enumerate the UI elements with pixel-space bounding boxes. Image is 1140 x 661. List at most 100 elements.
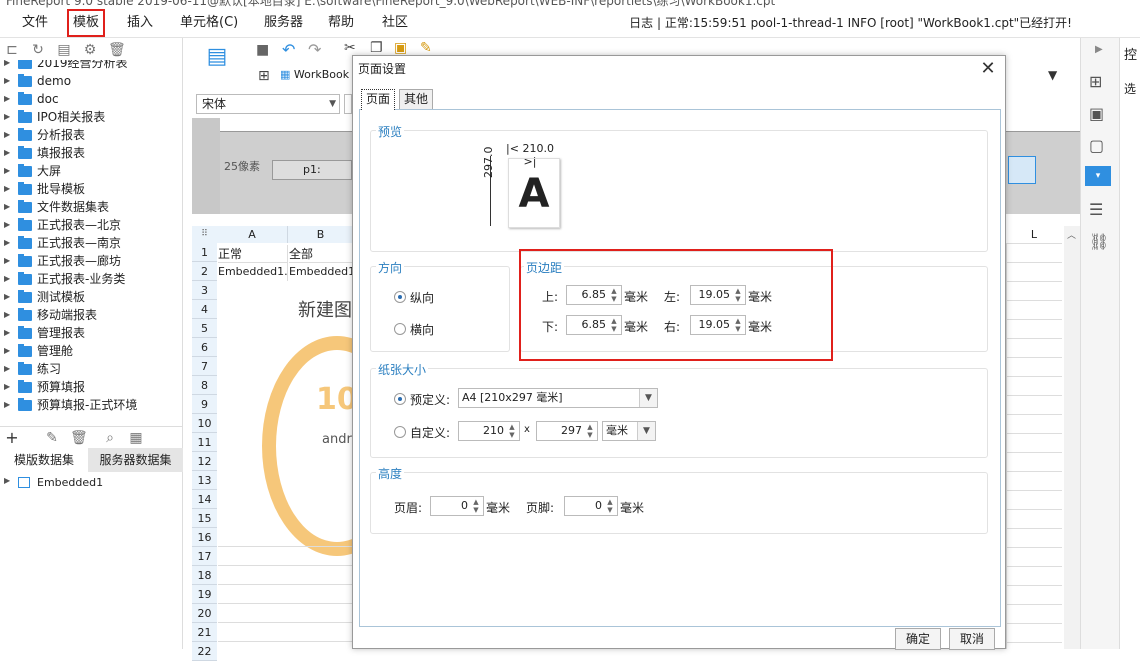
row-header[interactable]: 17 xyxy=(192,547,217,566)
widget-icon[interactable]: ▢ xyxy=(1089,136,1104,155)
link-icon[interactable]: ⛓ xyxy=(1089,232,1109,251)
font-select[interactable]: 宋体 ▼ xyxy=(196,94,340,114)
tree-folder-item[interactable]: ▶ 正式报表—廊坊 xyxy=(0,252,183,270)
tree-folder-item[interactable]: ▶ 文件数据集表 xyxy=(0,198,183,216)
footer-height-input[interactable]: 0 ▲ ▼ xyxy=(564,496,618,516)
spinner-icon[interactable]: ▲ ▼ xyxy=(604,498,616,514)
undo-icon[interactable]: ↶ xyxy=(282,40,295,59)
column-header-b[interactable]: B xyxy=(288,226,354,243)
delete-dataset-icon[interactable]: 🗑 xyxy=(70,430,88,446)
dataset-item[interactable]: ▶ Embedded1 xyxy=(0,474,183,492)
row-header[interactable]: 8 xyxy=(192,376,217,395)
preview-icon[interactable]: ⌕ xyxy=(102,430,118,446)
add-icon[interactable]: + xyxy=(4,430,20,446)
paste-icon[interactable]: ▣ xyxy=(394,40,407,56)
custom-width-input[interactable]: 210 ▲ ▼ xyxy=(458,421,520,441)
row-header[interactable]: 11 xyxy=(192,433,217,452)
tree-folder-item[interactable]: ▶ doc xyxy=(0,90,183,108)
condition-icon[interactable]: ☰ xyxy=(1089,200,1103,219)
menu-insert[interactable]: 插入 xyxy=(127,8,153,38)
cell-a1[interactable]: 正常 xyxy=(218,245,288,263)
unit-select[interactable]: 毫米 ▼ xyxy=(602,421,656,441)
row-header[interactable]: 2 xyxy=(192,262,217,281)
tree-folder-item[interactable]: ▶ 正式报表—北京 xyxy=(0,216,183,234)
spinner-icon[interactable]: ▲ ▼ xyxy=(584,423,596,439)
save-icon[interactable]: ■ xyxy=(256,42,269,58)
menu-help[interactable]: 帮助 xyxy=(328,8,354,38)
row-header[interactable]: 16 xyxy=(192,528,217,547)
active-panel-icon[interactable]: ▾ xyxy=(1085,166,1111,186)
vertical-scrollbar[interactable]: ︿ xyxy=(1064,226,1080,649)
param-label[interactable]: p1: xyxy=(272,160,352,180)
spinner-icon[interactable]: ▲ ▼ xyxy=(470,498,482,514)
select-all-icon[interactable]: ⠿ xyxy=(192,226,217,243)
tree-folder-item[interactable]: ▶ 移动端报表 xyxy=(0,306,183,324)
menu-community[interactable]: 社区 xyxy=(382,8,408,38)
menu-file[interactable]: 文件 xyxy=(22,8,48,38)
param-widget[interactable] xyxy=(1008,156,1036,184)
landscape-radio[interactable] xyxy=(394,323,406,335)
chart-cell[interactable]: 新建图 10 andro xyxy=(218,282,412,556)
delete-icon[interactable]: 🗑 xyxy=(108,42,126,58)
close-icon[interactable]: ✕ xyxy=(979,58,997,80)
row-header[interactable]: 19 xyxy=(192,585,217,604)
row-header[interactable]: 3 xyxy=(192,281,217,300)
row-header[interactable]: 12 xyxy=(192,452,217,471)
tab-template-dataset[interactable]: 模版数据集 xyxy=(0,448,88,472)
row-header[interactable]: 14 xyxy=(192,490,217,509)
cell-b2[interactable]: Embedded1. xyxy=(289,263,354,281)
row-header[interactable]: 21 xyxy=(192,623,217,642)
header-height-input[interactable]: 0 ▲ ▼ xyxy=(430,496,484,516)
template-icon[interactable]: ▤ xyxy=(56,42,72,58)
format-brush-icon[interactable]: ✎ xyxy=(420,40,432,56)
cell-a2[interactable]: Embedded1. xyxy=(218,263,288,281)
edit-icon[interactable]: ✎ xyxy=(44,430,60,446)
tab-other[interactable]: 其他 xyxy=(399,89,434,110)
cut-icon[interactable]: ✂ xyxy=(344,40,356,56)
tree-folder-item[interactable]: ▶ 预算填报 xyxy=(0,378,183,396)
row-header[interactable]: 5 xyxy=(192,319,217,338)
menu-cell[interactable]: 单元格(C) xyxy=(180,8,238,38)
row-header[interactable]: 20 xyxy=(192,604,217,623)
portrait-radio[interactable] xyxy=(394,291,406,303)
side-panel-option[interactable]: 选 xyxy=(1124,80,1136,97)
copy-icon[interactable]: ❐ xyxy=(370,40,383,56)
settings-icon[interactable]: ⚙ xyxy=(82,42,98,58)
tree-folder-item[interactable]: ▶ IPO相关报表 xyxy=(0,108,183,126)
row-header[interactable]: 7 xyxy=(192,357,217,376)
predefined-radio[interactable] xyxy=(394,393,406,405)
cancel-button[interactable]: 取消 xyxy=(949,628,995,650)
tree-folder-item[interactable]: ▶ 正式报表-业务类 xyxy=(0,270,183,288)
font-size-select[interactable] xyxy=(344,94,352,114)
predefined-select[interactable]: A4 [210x297 毫米] ▼ xyxy=(458,388,658,408)
cell-b1[interactable]: 全部 xyxy=(289,245,354,263)
expand-right-icon[interactable]: ▶ xyxy=(1095,44,1103,55)
column-header-l[interactable]: L xyxy=(1006,226,1062,243)
grid-icon[interactable]: ⊞ xyxy=(258,68,270,84)
tab-server-dataset[interactable]: 服务器数据集 xyxy=(88,448,183,472)
menu-server[interactable]: 服务器 xyxy=(264,8,303,38)
menu-template[interactable]: 模板 xyxy=(67,9,106,37)
tree-folder-item[interactable]: ▶ 大屏 xyxy=(0,162,183,180)
filter-icon[interactable]: ▼ xyxy=(1048,68,1057,82)
open-folder-icon[interactable]: ⊏ xyxy=(4,42,20,58)
tab-page[interactable]: 页面 xyxy=(361,89,396,110)
tree-folder-item[interactable]: ▶ 管理报表 xyxy=(0,324,183,342)
row-header[interactable]: 18 xyxy=(192,566,217,585)
tree-folder-item[interactable]: ▶ demo xyxy=(0,72,183,90)
row-header[interactable]: 9 xyxy=(192,395,217,414)
column-header-a[interactable]: A xyxy=(217,226,288,243)
cell-attr-icon[interactable]: ⊞ xyxy=(1089,72,1102,91)
custom-radio[interactable] xyxy=(394,426,406,438)
refresh-icon[interactable]: ↻ xyxy=(30,42,46,58)
ok-button[interactable]: 确定 xyxy=(895,628,941,650)
workbook-tab[interactable]: ▦ WorkBook xyxy=(280,68,349,81)
custom-height-input[interactable]: 297 ▲ ▼ xyxy=(536,421,598,441)
tree-folder-item[interactable]: ▶ 练习 xyxy=(0,360,183,378)
row-header[interactable]: 4 xyxy=(192,300,217,319)
row-header[interactable]: 1 xyxy=(192,243,217,262)
tree-folder-item[interactable]: ▶ 管理舱 xyxy=(0,342,183,360)
cell-element-icon[interactable]: ▣ xyxy=(1089,104,1104,123)
row-header[interactable]: 6 xyxy=(192,338,217,357)
tree-folder-item[interactable]: ▶ 正式报表—南京 xyxy=(0,234,183,252)
